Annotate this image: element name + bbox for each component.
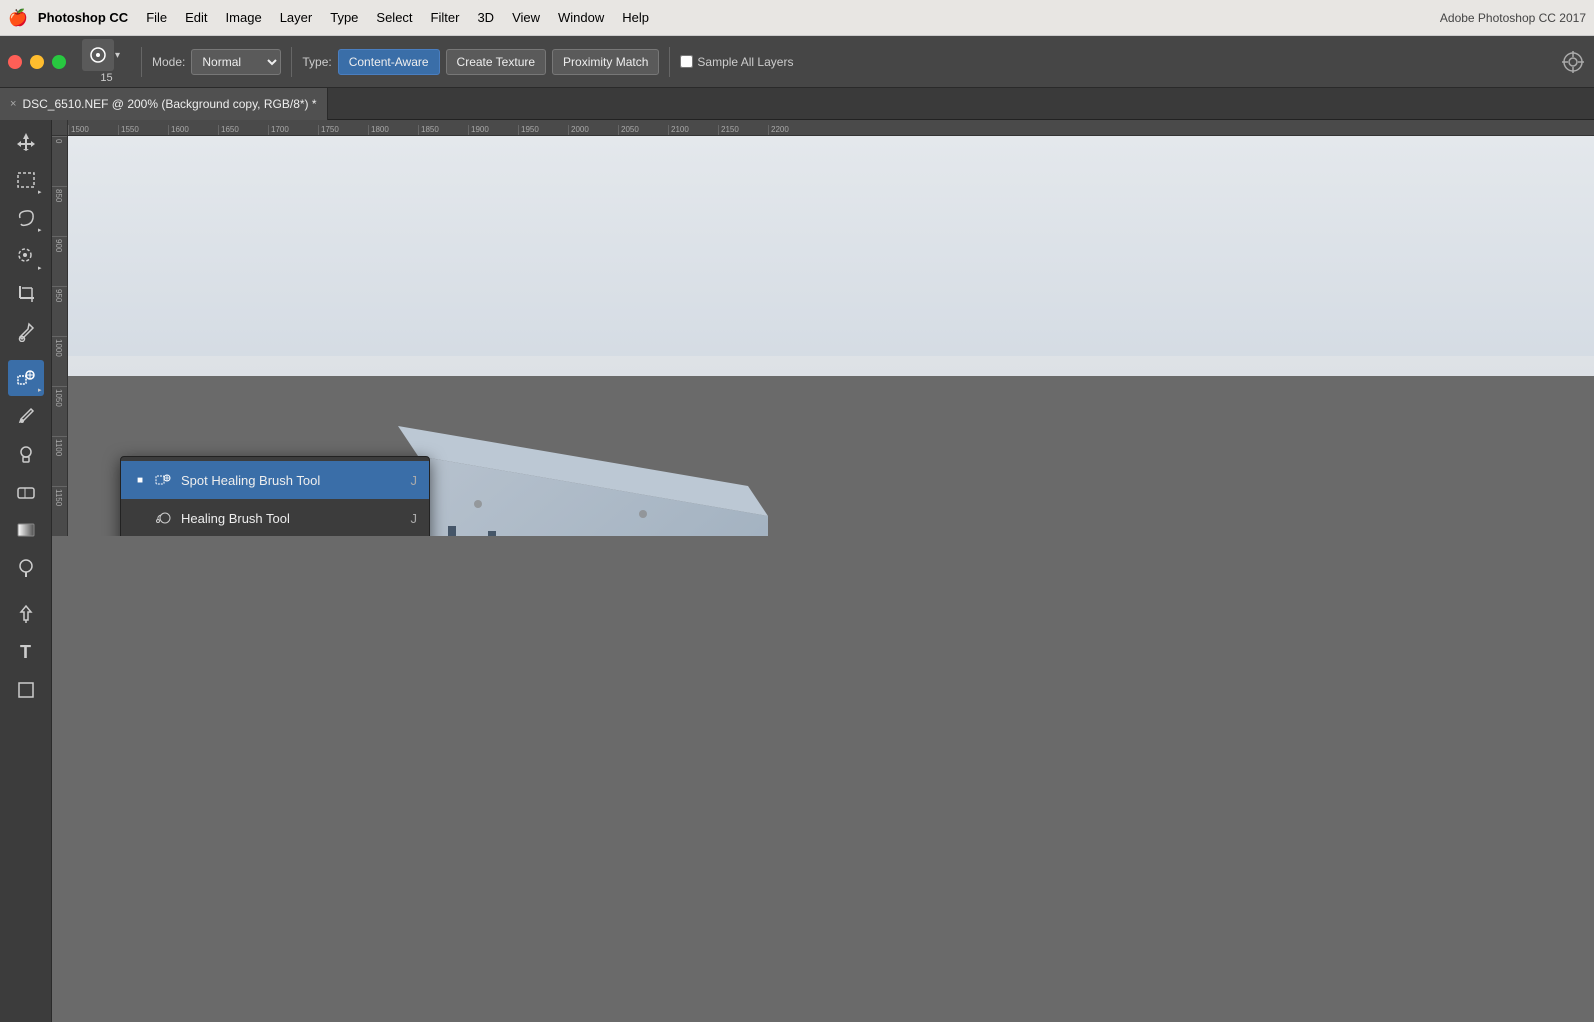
ruler-mark-2200: 2200 — [768, 125, 818, 135]
ruler-mark-1900: 1900 — [468, 125, 518, 135]
ruler-left: 0 850 900 950 1000 1050 1100 1150 — [52, 136, 68, 536]
healing-brush-shortcut: J — [411, 511, 418, 526]
healing-brush-tool[interactable]: ▸ — [8, 360, 44, 396]
tab-title: DSC_6510.NEF @ 200% (Background copy, RG… — [22, 97, 316, 111]
document-tab[interactable]: × DSC_6510.NEF @ 200% (Background copy, … — [0, 88, 328, 120]
menu-filter[interactable]: Filter — [423, 8, 468, 27]
menu-bar: 🍎 Photoshop CC File Edit Image Layer Typ… — [0, 0, 1594, 36]
context-menu-item-healing-brush[interactable]: Healing Brush Tool J — [121, 499, 429, 536]
left-toolbar: ▸ ▸ ▸ — [0, 120, 52, 1022]
brush-preset-group: ▾ 15 — [82, 39, 131, 84]
menu-3d[interactable]: 3D — [469, 8, 502, 27]
ruler-mark-2100: 2100 — [668, 125, 718, 135]
ruler-mark-1750: 1750 — [318, 125, 368, 135]
tab-bar: × DSC_6510.NEF @ 200% (Background copy, … — [0, 88, 1594, 120]
eraser-tool[interactable] — [8, 474, 44, 510]
create-texture-button[interactable]: Create Texture — [446, 49, 547, 75]
ruler-v-0: 0 — [52, 136, 67, 186]
crop-tool[interactable] — [8, 276, 44, 312]
title-bar-text: Adobe Photoshop CC 2017 — [1440, 11, 1586, 25]
content-aware-button[interactable]: Content-Aware — [338, 49, 440, 75]
ruler-v-1000: 1000 — [52, 336, 67, 386]
marquee-tool[interactable]: ▸ — [8, 162, 44, 198]
ruler-mark-1700: 1700 — [268, 125, 318, 135]
window-maximize-button[interactable] — [52, 55, 66, 69]
target-icon[interactable] — [1560, 49, 1586, 75]
ruler-v-900: 900 — [52, 236, 67, 286]
tab-close-button[interactable]: × — [10, 98, 16, 110]
shape-tool[interactable] — [8, 672, 44, 708]
menu-view[interactable]: View — [504, 8, 548, 27]
sample-all-layers-checkbox[interactable] — [680, 55, 693, 68]
ruler-v-950: 950 — [52, 286, 67, 336]
spot-healing-label: Spot Healing Brush Tool — [181, 473, 411, 488]
mode-label: Mode: — [152, 55, 185, 69]
selected-bullet: ■ — [133, 473, 147, 487]
canvas-area[interactable]: ■ Spot Healing Brush Tool J — [68, 136, 1594, 536]
spot-healing-shortcut: J — [411, 473, 418, 488]
ruler-mark-2150: 2150 — [718, 125, 768, 135]
quick-select-tool[interactable]: ▸ — [8, 238, 44, 274]
spot-healing-icon — [153, 470, 173, 490]
ruler-mark-1850: 1850 — [418, 125, 468, 135]
ruler-v-1050: 1050 — [52, 386, 67, 436]
gradient-tool[interactable] — [8, 512, 44, 548]
clone-stamp-tool[interactable] — [8, 436, 44, 472]
app-name: Photoshop CC — [38, 10, 128, 25]
canvas-wrapper: 1500 1550 1600 1650 1700 1750 1800 1850 … — [52, 120, 1594, 1022]
lasso-tool[interactable]: ▸ — [8, 200, 44, 236]
menu-edit[interactable]: Edit — [177, 8, 215, 27]
window-minimize-button[interactable] — [30, 55, 44, 69]
move-tool[interactable] — [8, 124, 44, 160]
ruler-top: 1500 1550 1600 1650 1700 1750 1800 1850 … — [52, 120, 1594, 136]
healing-bullet — [133, 511, 147, 525]
options-toolbar: ▾ 15 Mode: Normal Type: Content-Aware Cr… — [0, 36, 1594, 88]
dodge-tool[interactable] — [8, 550, 44, 586]
ruler-numbers-top: 1500 1550 1600 1650 1700 1750 1800 1850 … — [68, 125, 1594, 135]
proximity-match-button[interactable]: Proximity Match — [552, 49, 659, 75]
main-content: ▸ ▸ ▸ — [0, 120, 1594, 1022]
healing-brush-label: Healing Brush Tool — [181, 511, 411, 526]
menu-window[interactable]: Window — [550, 8, 612, 27]
brush-tool[interactable] — [8, 398, 44, 434]
text-tool[interactable]: T — [8, 634, 44, 670]
type-label: Type: — [302, 55, 331, 69]
menu-image[interactable]: Image — [218, 8, 270, 27]
context-menu: ■ Spot Healing Brush Tool J — [120, 456, 430, 536]
menu-select[interactable]: Select — [368, 8, 420, 27]
pen-tool[interactable] — [8, 596, 44, 632]
healing-brush-icon — [153, 508, 173, 528]
menu-type[interactable]: Type — [322, 8, 366, 27]
ruler-mark-2050: 2050 — [618, 125, 668, 135]
eyedropper-tool[interactable] — [8, 314, 44, 350]
ruler-mark-1950: 1950 — [518, 125, 568, 135]
menu-help[interactable]: Help — [614, 8, 657, 27]
ruler-mark-1550: 1550 — [118, 125, 168, 135]
ruler-mark-1800: 1800 — [368, 125, 418, 135]
healing-tool-arrow: ▸ — [38, 386, 42, 394]
ruler-mark-1600: 1600 — [168, 125, 218, 135]
ruler-v-850: 850 — [52, 186, 67, 236]
window-close-button[interactable] — [8, 55, 22, 69]
ruler-v-1100: 1100 — [52, 436, 67, 486]
ruler-mark-1500: 1500 — [68, 125, 118, 135]
menu-layer[interactable]: Layer — [272, 8, 321, 27]
context-menu-item-spot-healing[interactable]: ■ Spot Healing Brush Tool J — [121, 461, 429, 499]
ruler-mark-1650: 1650 — [218, 125, 268, 135]
ruler-mark-2000: 2000 — [568, 125, 618, 135]
ruler-v-1150: 1150 — [52, 486, 67, 536]
mode-dropdown[interactable]: Normal — [191, 49, 281, 75]
apple-menu[interactable]: 🍎 — [8, 8, 28, 28]
menu-file[interactable]: File — [138, 8, 175, 27]
brush-preset-picker[interactable] — [82, 39, 114, 71]
brush-dropdown-chevron[interactable]: ▾ — [115, 39, 131, 71]
sample-all-layers-label[interactable]: Sample All Layers — [680, 55, 793, 69]
brush-size-value: 15 — [100, 72, 112, 84]
